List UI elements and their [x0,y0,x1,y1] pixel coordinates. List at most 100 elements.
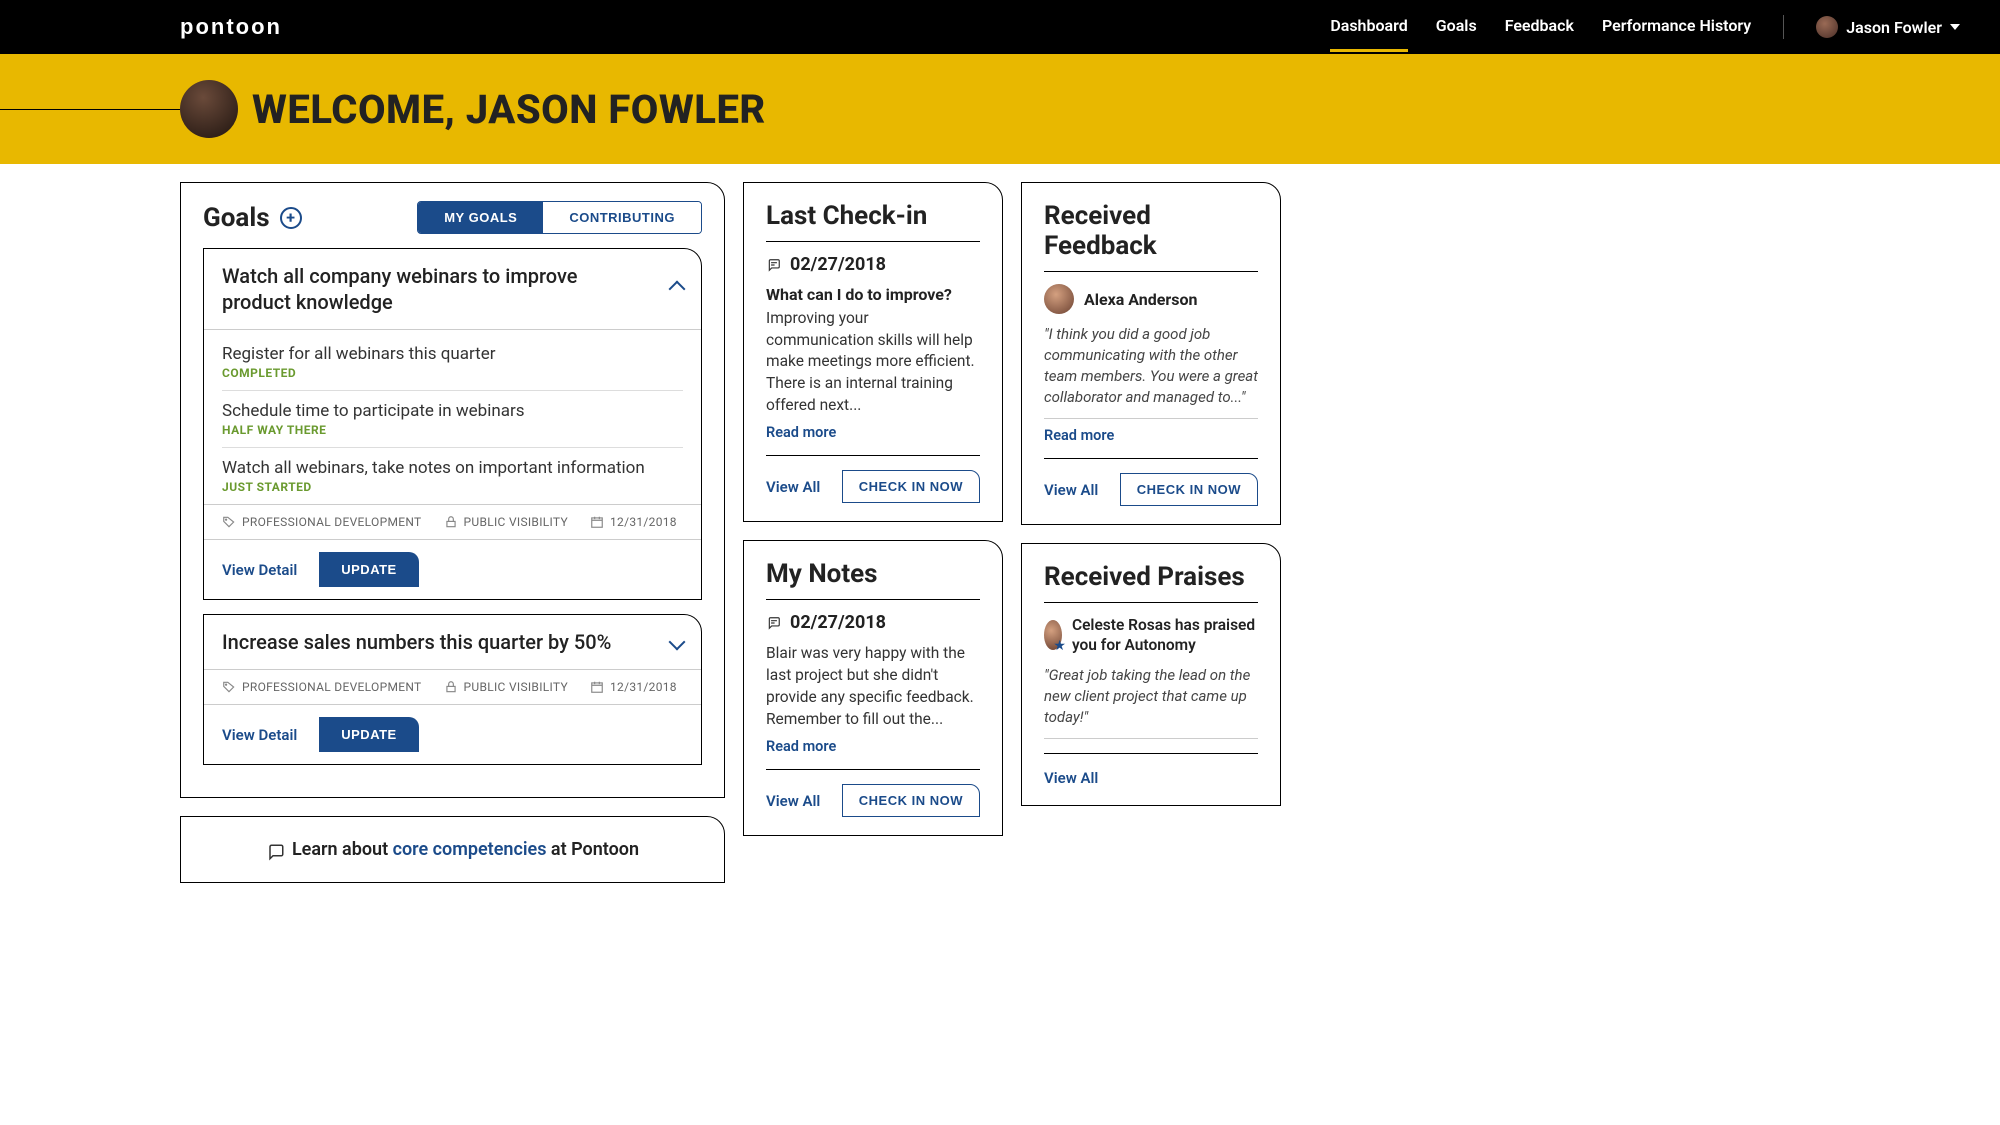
right-column: Received Feedback Alexa Anderson "I thin… [1021,182,1281,806]
checkin-question: What can I do to improve? [766,285,980,304]
lock-icon [444,515,458,529]
checkin-body: Improving your communication skills will… [766,308,980,416]
task-text: Schedule time to participate in webinars [222,401,683,421]
update-button[interactable]: UPDATE [319,552,418,587]
avatar [1044,620,1062,650]
goal-item: Increase sales numbers this quarter by 5… [203,614,702,765]
learn-text: Learn about core competencies at Pontoon [292,839,639,860]
view-all-link[interactable]: View All [1044,481,1098,499]
goal-task: Register for all webinars this quarter C… [222,334,683,391]
task-status: JUST STARTED [222,480,683,494]
goal-task: Schedule time to participate in webinars… [222,391,683,448]
task-status: HALF WAY THERE [222,423,683,437]
check-in-now-button[interactable]: CHECK IN NOW [842,470,980,503]
notes-footer: View All CHECK IN NOW [766,769,980,817]
lock-icon [444,680,458,694]
tab-contributing[interactable]: CONTRIBUTING [543,202,701,233]
goal-due: 12/31/2018 [610,515,677,529]
goal-meta: PROFESSIONAL DEVELOPMENT PUBLIC VISIBILI… [204,504,701,540]
read-more-link[interactable]: Read more [766,424,836,441]
hero-line [0,109,180,110]
tag-icon [222,515,236,529]
welcome-title: WELCOME, JASON FOWLER [252,86,766,133]
nav-goals[interactable]: Goals [1436,2,1477,52]
chat-icon [766,258,782,272]
checkin-date: 02/27/2018 [766,254,980,275]
view-all-link[interactable]: View All [766,792,820,810]
main-nav: Dashboard Goals Feedback Performance His… [1330,2,1960,52]
goal-title: Watch all company webinars to improve pr… [222,263,622,315]
nav-dashboard[interactable]: Dashboard [1330,2,1407,52]
hero-avatar [180,80,238,138]
checkin-footer: View All CHECK IN NOW [766,455,980,503]
checkin-card: Last Check-in 02/27/2018 What can I do t… [743,182,1003,522]
goal-category: PROFESSIONAL DEVELOPMENT [242,515,422,529]
user-name: Jason Fowler [1846,18,1942,37]
feedback-card: Received Feedback Alexa Anderson "I thin… [1021,182,1281,525]
core-competencies-link[interactable]: core competencies [393,839,547,860]
task-text: Watch all webinars, take notes on import… [222,458,683,478]
add-goal-button[interactable]: + [280,207,302,229]
check-in-now-button[interactable]: CHECK IN NOW [842,784,980,817]
nav-divider [1783,15,1784,39]
middle-column: Last Check-in 02/27/2018 What can I do t… [743,182,1003,836]
praise-headline: Celeste Rosas has praised you for Autono… [1072,615,1258,655]
goal-visibility: PUBLIC VISIBILITY [464,680,569,694]
praises-card: Received Praises Celeste Rosas has prais… [1021,543,1281,806]
read-more-link[interactable]: Read more [1044,427,1114,444]
goals-card: Goals + MY GOALS CONTRIBUTING Watch all … [180,182,725,798]
feedback-person: Alexa Anderson [1044,284,1258,314]
praise-person: Celeste Rosas has praised you for Autono… [1044,615,1258,655]
task-status: COMPLETED [222,366,683,380]
goal-toggle[interactable]: Increase sales numbers this quarter by 5… [204,615,701,669]
user-menu[interactable]: Jason Fowler [1816,16,1960,38]
goals-header: Goals + MY GOALS CONTRIBUTING [203,201,702,234]
feedback-quote: "I think you did a good job communicatin… [1044,324,1258,419]
praise-quote: "Great job taking the lead on the new cl… [1044,665,1258,739]
tag-icon [222,680,236,694]
view-all-link[interactable]: View All [1044,769,1098,787]
notes-card: My Notes 02/27/2018 Blair was very happy… [743,540,1003,836]
praises-footer: View All [1044,753,1258,787]
check-in-now-button[interactable]: CHECK IN NOW [1120,473,1258,506]
chat-icon [766,616,782,630]
view-all-link[interactable]: View All [766,478,820,496]
goals-column: Goals + MY GOALS CONTRIBUTING Watch all … [180,182,725,883]
chevron-up-icon [669,281,686,298]
feedback-title: Received Feedback [1044,201,1258,261]
view-detail-link[interactable]: View Detail [222,561,297,579]
notes-title: My Notes [766,559,878,589]
goal-category: PROFESSIONAL DEVELOPMENT [242,680,422,694]
calendar-icon [590,515,604,529]
goals-tabs: MY GOALS CONTRIBUTING [417,201,702,234]
read-more-link[interactable]: Read more [766,738,836,755]
notes-date: 02/27/2018 [766,612,980,633]
dashboard-container: Goals + MY GOALS CONTRIBUTING Watch all … [0,164,2000,913]
goal-visibility: PUBLIC VISIBILITY [464,515,569,529]
feedback-footer: View All CHECK IN NOW [1044,458,1258,506]
feedback-name: Alexa Anderson [1084,290,1198,309]
goal-actions: View Detail UPDATE [204,705,701,764]
chat-icon [266,843,282,857]
checkin-title: Last Check-in [766,201,927,231]
topbar: pontoon Dashboard Goals Feedback Perform… [0,0,2000,54]
praises-title: Received Praises [1044,562,1245,592]
avatar [1816,16,1838,38]
goal-item: Watch all company webinars to improve pr… [203,248,702,600]
update-button[interactable]: UPDATE [319,717,418,752]
goal-title: Increase sales numbers this quarter by 5… [222,629,611,655]
learn-card[interactable]: Learn about core competencies at Pontoon [180,816,725,883]
tab-my-goals[interactable]: MY GOALS [418,202,543,233]
avatar [1044,284,1074,314]
plus-icon: + [286,208,295,227]
goal-toggle[interactable]: Watch all company webinars to improve pr… [204,249,701,330]
goal-task: Watch all webinars, take notes on import… [222,448,683,504]
nav-feedback[interactable]: Feedback [1505,2,1574,52]
logo: pontoon [180,14,282,40]
goals-title: Goals [203,203,270,233]
nav-performance-history[interactable]: Performance History [1602,2,1751,52]
goal-actions: View Detail UPDATE [204,540,701,599]
goal-tasks: Register for all webinars this quarter C… [204,330,701,504]
view-detail-link[interactable]: View Detail [222,726,297,744]
calendar-icon [590,680,604,694]
